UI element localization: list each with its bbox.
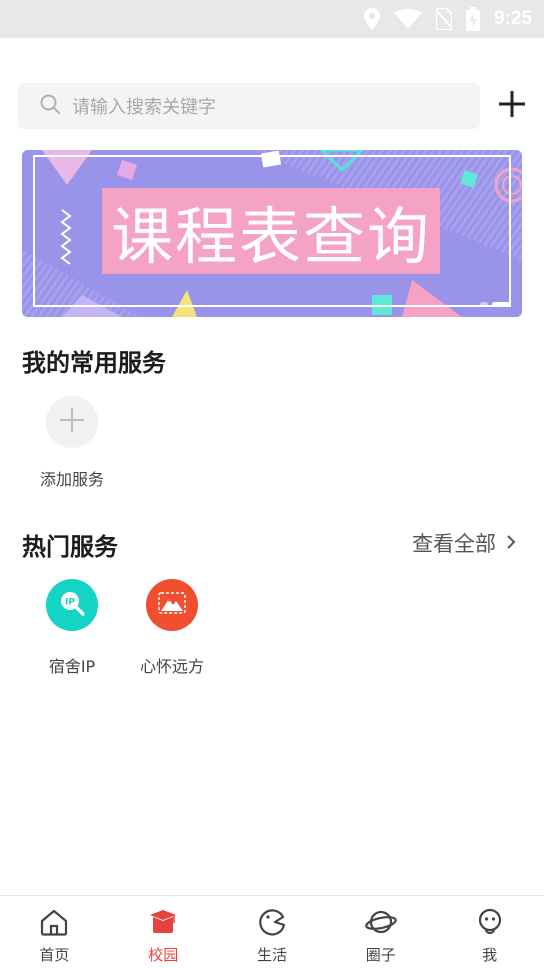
hot-services-title: 热门服务 <box>22 533 118 561</box>
status-bar: 9:25 <box>0 0 544 38</box>
svg-text:IP: IP <box>65 598 75 608</box>
nav-item-circle[interactable]: 圈子 <box>326 896 435 968</box>
nav-label-home: 首页 <box>39 946 70 964</box>
mountain-icon <box>158 591 186 619</box>
xinhuai-yuanfang-circle <box>146 579 198 631</box>
nav-item-me[interactable]: 我 <box>435 896 544 968</box>
wifi-icon <box>393 9 422 29</box>
ip-search-icon: IP <box>58 589 86 621</box>
search-icon <box>40 94 60 118</box>
planet-icon <box>364 908 397 940</box>
plus-icon <box>497 89 527 123</box>
search-input[interactable]: 请输入搜索关键字 <box>18 83 480 129</box>
status-time: 9:25 <box>493 8 532 29</box>
see-all-link[interactable]: 查看全部 <box>412 528 516 558</box>
search-placeholder: 请输入搜索关键字 <box>72 97 216 118</box>
nav-item-life[interactable]: 生活 <box>218 896 327 968</box>
common-services-title: 我的常用服务 <box>22 349 166 377</box>
banner-indicator <box>480 302 510 307</box>
see-all-label: 查看全部 <box>412 532 496 556</box>
banner-title: 课程表查询 <box>110 200 431 273</box>
add-service-button[interactable]: 添加服务 <box>27 396 117 490</box>
no-sim-icon <box>435 8 452 30</box>
plus-icon <box>58 406 86 438</box>
campus-icon <box>148 908 178 940</box>
life-icon <box>257 908 287 940</box>
dorm-ip-label: 宿舍IP <box>48 657 96 676</box>
dorm-ip-circle: IP <box>46 579 98 631</box>
nav-label-me: 我 <box>482 946 498 964</box>
nav-label-circle: 圈子 <box>365 946 396 964</box>
xinhuai-yuanfang-label: 心怀远方 <box>139 657 204 676</box>
indicator-dot <box>480 302 488 307</box>
add-button[interactable] <box>494 88 530 124</box>
home-icon <box>39 908 69 940</box>
campus-screen: 9:25 请输入搜索关键字 课程表查询 我的常用服务 添加服务 热门服务 查看全… <box>0 0 544 968</box>
add-service-circle <box>46 396 98 448</box>
service-xinhuai-yuanfang[interactable]: 心怀远方 <box>127 579 217 677</box>
nav-label-life: 生活 <box>256 946 287 964</box>
nav-item-campus[interactable]: 校园 <box>109 896 218 968</box>
banner-title-box: 课程表查询 <box>102 188 440 274</box>
nav-label-campus: 校园 <box>148 946 179 964</box>
indicator-dot-active <box>492 302 510 307</box>
nav-item-home[interactable]: 首页 <box>0 896 109 968</box>
bottom-navigation: 首页 校园 生活 圈子 我 <box>0 895 544 968</box>
banner-carousel[interactable]: 课程表查询 <box>22 150 522 317</box>
service-dorm-ip[interactable]: IP 宿舍IP <box>27 579 117 677</box>
profile-icon <box>475 908 505 940</box>
chevron-right-icon <box>506 531 516 555</box>
battery-charging-icon <box>465 7 480 31</box>
location-icon <box>363 8 380 30</box>
add-service-label: 添加服务 <box>39 470 104 489</box>
